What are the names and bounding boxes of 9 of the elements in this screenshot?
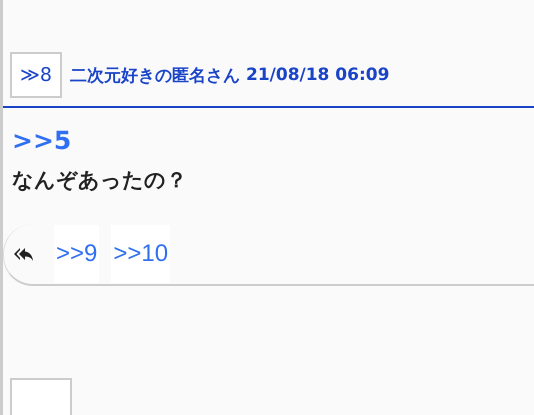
post-text: なんぞあったの？ bbox=[12, 167, 187, 194]
reply-all-icon bbox=[14, 246, 34, 262]
reply-link[interactable]: >>9 bbox=[54, 225, 100, 283]
next-post-number-box bbox=[10, 378, 72, 415]
author-name: 二次元好きの匿名さん bbox=[70, 64, 240, 86]
anchor-link[interactable]: >>5 bbox=[12, 126, 72, 156]
post-date: 21/08/18 06:09 bbox=[246, 65, 390, 85]
reply-link[interactable]: >>10 bbox=[111, 225, 170, 283]
post-number-button[interactable]: ≫8 bbox=[10, 52, 62, 98]
